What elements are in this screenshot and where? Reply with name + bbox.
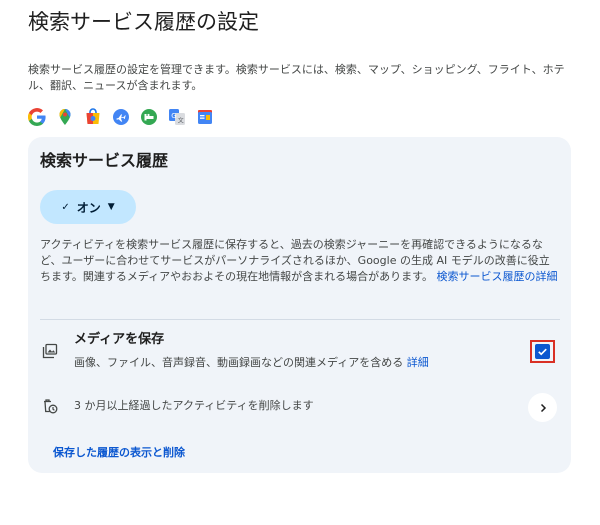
svg-text:G: G — [171, 112, 176, 120]
auto-delete-icon — [42, 398, 58, 414]
checkmark-icon — [538, 348, 547, 356]
card-title: 検索サービス履歴 — [40, 151, 169, 170]
divider — [40, 319, 560, 320]
google-g-icon — [28, 108, 46, 126]
auto-delete-open-button[interactable] — [528, 393, 557, 422]
status-dropdown-button[interactable]: ✓ オン ▼ — [40, 190, 136, 224]
learn-more-link[interactable]: 検索サービス履歴の詳細 — [437, 270, 558, 283]
maps-pin-icon — [56, 108, 74, 126]
shopping-bag-icon — [84, 108, 102, 126]
hotels-icon — [140, 108, 158, 126]
translate-icon: G 文 — [168, 108, 186, 126]
view-delete-history-link[interactable]: 保存した履歴の表示と削除 — [53, 445, 185, 461]
photo-library-icon — [42, 343, 58, 359]
search-history-card: 検索サービス履歴 ✓ オン ▼ アクティビティを検索サービス履歴に保存すると、過… — [28, 137, 571, 473]
save-media-description: 画像、ファイル、音声録音、動画録画などの関連メディアを含める 詳細 — [74, 355, 429, 371]
page-description: 検索サービス履歴の設定を管理できます。検索サービスには、検索、マップ、ショッピン… — [28, 63, 565, 92]
check-icon: ✓ — [61, 201, 70, 213]
status-label: オン — [76, 200, 101, 215]
save-media-description-text: 画像、ファイル、音声録音、動画録画などの関連メディアを含める — [74, 356, 404, 369]
save-media-title: メディアを保存 — [74, 332, 165, 347]
save-media-checkbox[interactable] — [530, 340, 555, 363]
checkbox-checked — [535, 344, 550, 359]
caret-down-icon: ▼ — [107, 202, 115, 212]
service-icons-row: G 文 — [28, 108, 214, 126]
page-title: 検索サービス履歴の設定 — [28, 10, 259, 34]
flights-icon — [112, 108, 130, 126]
media-details-link[interactable]: 詳細 — [407, 356, 429, 369]
settings-page: 検索サービス履歴の設定 検索サービス履歴の設定を管理できます。検索サービスには、… — [0, 0, 600, 525]
chevron-right-icon — [540, 403, 546, 412]
card-description: アクティビティを検索サービス履歴に保存すると、過去の検索ジャーニーを再確認できる… — [40, 237, 560, 285]
news-icon — [196, 108, 214, 126]
svg-text:文: 文 — [178, 117, 184, 125]
auto-delete-text: 3 か月以上経過したアクティビティを削除します — [74, 399, 314, 412]
